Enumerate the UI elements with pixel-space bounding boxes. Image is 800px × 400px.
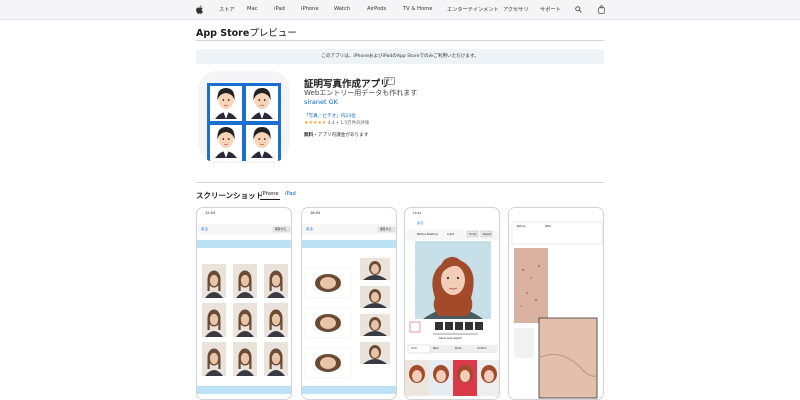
- section-divider: [196, 182, 604, 183]
- category-rank-link[interactable]: 「写真／ビデオ」内23位: [304, 113, 356, 119]
- nav-watch[interactable]: Watch: [334, 6, 350, 12]
- before-label: Before: [517, 225, 526, 228]
- aspect-text: Same size aspect: [439, 337, 462, 340]
- nav-support[interactable]: サポート: [540, 6, 561, 13]
- status-time: 16:05: [310, 211, 321, 215]
- global-nav: ストア Mac iPad iPhone Watch AirPods TV & H…: [0, 0, 800, 20]
- id-photo-icon: [198, 71, 290, 163]
- price: 無料・アプリ内課金があります: [304, 132, 368, 138]
- nav-ipad[interactable]: iPad: [274, 6, 285, 12]
- screenshot-4[interactable]: Before After: [508, 207, 604, 400]
- after-label: After: [545, 225, 552, 228]
- bottom-back: Back: [433, 347, 439, 350]
- back-link: 戻る: [201, 227, 209, 231]
- screenshots-title: スクリーンショット: [196, 191, 264, 200]
- age-rating-badge: 4+: [384, 77, 396, 85]
- tab-active-indicator: [260, 199, 280, 201]
- bag-icon[interactable]: [598, 5, 605, 14]
- bottom-confirm: Confirm: [477, 347, 487, 350]
- toolbar-reset: Reset: [483, 232, 491, 236]
- nav-entertainment[interactable]: エンターテインメント: [447, 6, 499, 13]
- nav-accessories[interactable]: アクセサリ: [503, 6, 529, 13]
- nav-mac[interactable]: Mac: [247, 6, 258, 12]
- toolbar-undo: Undo: [469, 232, 477, 236]
- nav-store[interactable]: ストア: [219, 6, 235, 13]
- app-store-subnav: App Storeプレビュー: [196, 20, 604, 41]
- app-subtitle: Webエントリー用データも作れます: [304, 89, 418, 97]
- back-link: 戻る: [417, 221, 424, 225]
- search-icon[interactable]: [575, 6, 582, 13]
- bottom-mode: Mode: [455, 347, 462, 350]
- nav-iphone[interactable]: iPhone: [301, 6, 319, 12]
- price-label: 無料: [304, 133, 314, 138]
- nav-tv-home[interactable]: TV & Home: [403, 6, 432, 12]
- availability-banner: このアプリは、iPhoneおよびiPadのApp Storeでのみご利用いただけ…: [196, 49, 604, 64]
- tab-iphone[interactable]: iPhone: [261, 191, 279, 197]
- toolbar-light: Light: [447, 232, 454, 236]
- developer-link[interactable]: siranet GK: [304, 98, 338, 106]
- app-store-preview-title[interactable]: App Storeプレビュー: [196, 25, 297, 39]
- rating-text: 4.4 • 1.5万件の評価: [327, 121, 370, 126]
- nav-airpods[interactable]: AirPods: [367, 6, 386, 12]
- screenshot-3[interactable]: 15:52 戻る Before Beating Light Undo Reset…: [404, 207, 500, 400]
- screenshot-1[interactable]: 15:54 戻る 保存する: [196, 207, 292, 400]
- save-button: 保存する: [275, 227, 287, 231]
- in-app-purchase-note: ・アプリ内課金があります: [313, 133, 369, 138]
- rating: ★★★★★ 4.4 • 1.5万件の評価: [304, 120, 369, 126]
- status-time: 15:52: [413, 211, 422, 215]
- screenshot-2[interactable]: 16:05 戻る 保存する: [301, 207, 397, 400]
- app-icon: [198, 71, 290, 163]
- bottom-color: Color: [411, 347, 418, 350]
- toolbar-before-beating: Before Beating: [417, 232, 438, 236]
- tab-ipad[interactable]: iPad: [285, 191, 296, 197]
- status-time: 15:54: [205, 211, 216, 215]
- apple-logo-icon[interactable]: [196, 5, 203, 14]
- save-button: 保存する: [380, 227, 392, 231]
- back-link: 戻る: [306, 227, 314, 231]
- star-rating-icon: ★★★★★: [304, 120, 327, 126]
